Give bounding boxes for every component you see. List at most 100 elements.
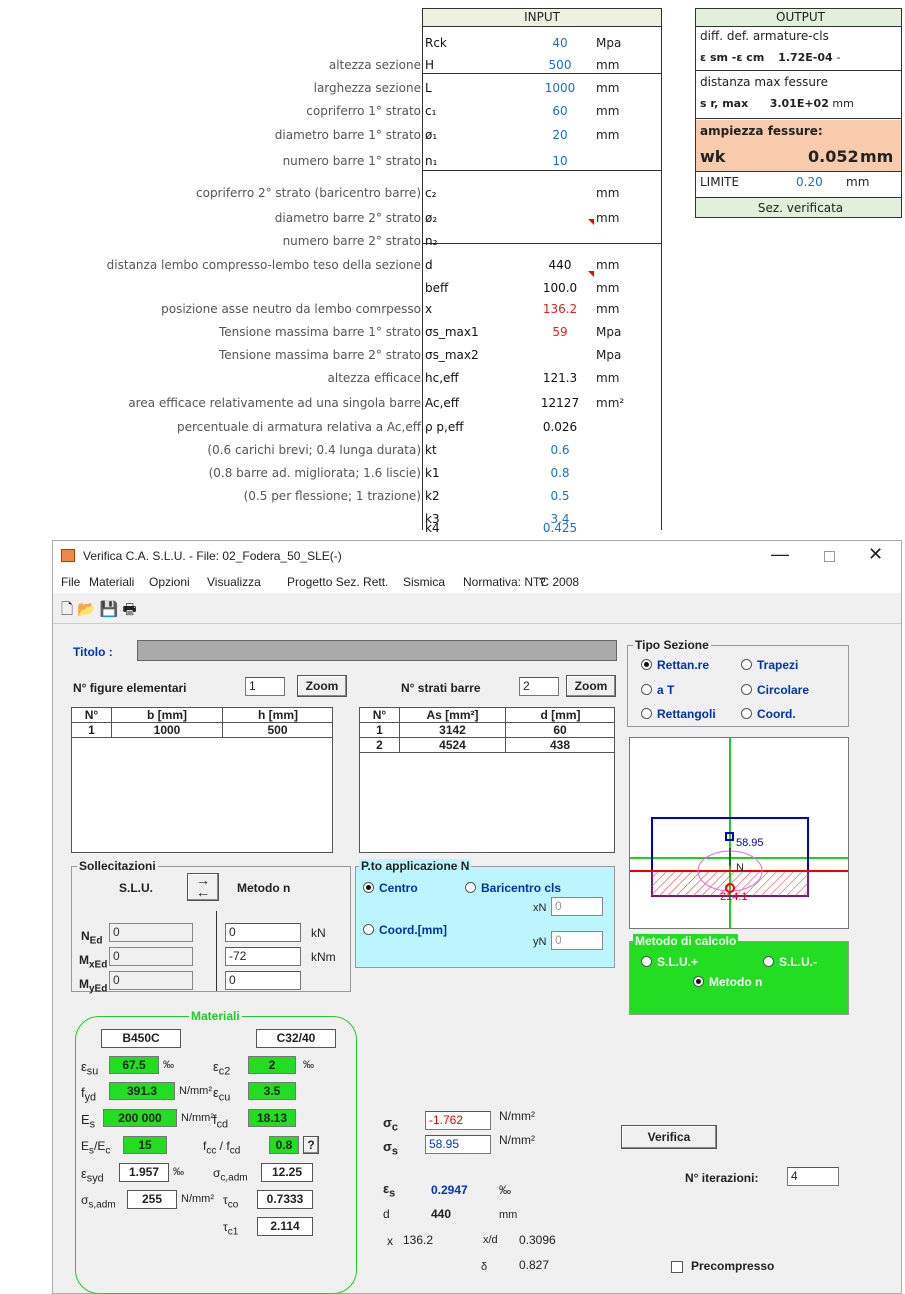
ned-input[interactable]: 0 xyxy=(109,923,193,942)
radio-at[interactable]: a T xyxy=(641,683,674,697)
ss-value[interactable]: 58.95 xyxy=(425,1135,491,1154)
fcc-fcd-value[interactable]: 0.8 xyxy=(269,1136,299,1154)
maximize-icon[interactable] xyxy=(824,551,835,562)
row-value[interactable]: 121.3 xyxy=(520,371,600,385)
ss-adm-value[interactable]: 255 xyxy=(127,1190,177,1209)
fcd-value[interactable]: 18.13 xyxy=(248,1109,296,1127)
row-symbol: Ac,eff xyxy=(425,396,460,410)
xn-input[interactable]: 0 xyxy=(551,897,603,916)
row-value[interactable]: 0.026 xyxy=(520,420,600,434)
close-icon[interactable]: ✕ xyxy=(868,544,883,565)
sc-adm-label: σc,adm xyxy=(213,1166,248,1184)
es-res-label: εs xyxy=(383,1181,396,1200)
zoom-strati-button[interactable]: Zoom xyxy=(566,675,616,697)
radio-slu-plus[interactable]: S.L.U.+ xyxy=(641,955,698,969)
menu-item[interactable]: Normativa: NTC 2008 xyxy=(463,575,579,589)
help-button[interactable]: ? xyxy=(303,1136,319,1154)
figure-table[interactable]: N° b [mm] h [mm] 1 1000 500 xyxy=(71,707,333,853)
table-cell[interactable]: 4524 xyxy=(400,738,506,753)
radio-baricentro[interactable]: Baricentro cls xyxy=(465,881,561,895)
row-value[interactable]: 20 xyxy=(520,128,600,142)
mxed2-input[interactable]: -72 xyxy=(225,947,301,966)
table-cell[interactable]: 1 xyxy=(72,723,112,738)
radio-coord-mm[interactable]: Coord.[mm] xyxy=(363,923,447,937)
row-value[interactable]: 1000 xyxy=(520,81,600,95)
menu-item[interactable]: Opzioni xyxy=(149,575,190,589)
concrete-class[interactable]: C32/40 xyxy=(256,1029,336,1048)
titolo-input[interactable] xyxy=(137,640,617,661)
row-value[interactable]: 100.0 xyxy=(520,281,600,295)
radio-centro[interactable]: Centro xyxy=(363,881,418,895)
tco-value[interactable]: 0.7333 xyxy=(257,1190,313,1209)
print-icon[interactable]: 🖶 xyxy=(122,601,140,618)
n-figure-input[interactable]: 1 xyxy=(245,677,285,696)
row-value[interactable]: 59 xyxy=(520,325,600,339)
row-value[interactable]: 500 xyxy=(520,58,600,72)
new-file-icon[interactable]: 🗋 xyxy=(61,601,77,618)
row-value[interactable]: 0.425 xyxy=(520,521,600,535)
open-folder-icon[interactable]: 📂 xyxy=(77,601,100,618)
minimize-icon[interactable]: — xyxy=(771,544,789,565)
ecu-value[interactable]: 3.5 xyxy=(248,1082,296,1100)
row-value[interactable]: 40 xyxy=(520,36,600,50)
esyd-label: εsyd xyxy=(81,1166,104,1185)
row-value[interactable]: 440 xyxy=(520,258,600,272)
row-symbol: c₁ xyxy=(425,104,437,118)
yn-input[interactable]: 0 xyxy=(551,931,603,950)
menu-item[interactable]: Materiali xyxy=(89,575,134,589)
verifica-button[interactable]: Verifica xyxy=(621,1125,717,1149)
row-value[interactable]: 136.2 xyxy=(520,302,600,316)
radio-circolare[interactable]: Circolare xyxy=(741,683,809,697)
n-strati-input[interactable]: 2 xyxy=(519,677,559,696)
swap-arrows-button[interactable]: → ← xyxy=(187,873,219,901)
esu-value[interactable]: 67.5 xyxy=(109,1056,159,1074)
row-value[interactable]: 0.6 xyxy=(520,443,600,457)
table-cell[interactable]: 2 xyxy=(360,738,400,753)
radio-coord[interactable]: Coord. xyxy=(741,707,796,721)
radio-metodo-n[interactable]: Metodo n xyxy=(693,975,762,989)
row-value[interactable]: 12127 xyxy=(520,396,600,410)
table-cell[interactable]: 1 xyxy=(360,723,400,738)
fyd-value[interactable]: 391.3 xyxy=(109,1082,175,1100)
bar-table[interactable]: N° As [mm²] d [mm] 1 3142 60 2 4524 438 xyxy=(359,707,615,853)
radio-rettangoli[interactable]: Rettangoli xyxy=(641,707,716,721)
myed2-input[interactable]: 0 xyxy=(225,971,301,990)
table-cell[interactable]: 438 xyxy=(506,738,615,753)
row-value[interactable]: 10 xyxy=(520,154,600,168)
radio-rettan[interactable]: Rettan.re xyxy=(641,658,709,672)
mxed-input[interactable]: 0 xyxy=(109,947,193,966)
zoom-figure-button[interactable]: Zoom xyxy=(297,675,347,697)
table-cell[interactable]: 3142 xyxy=(400,723,506,738)
menu-item[interactable]: Progetto Sez. Rett. xyxy=(287,575,388,589)
menu-item[interactable]: File xyxy=(61,575,80,589)
precompresso-checkbox[interactable] xyxy=(671,1261,683,1273)
tc1-value[interactable]: 2.114 xyxy=(257,1217,313,1236)
radio-trapezi[interactable]: Trapezi xyxy=(741,658,798,672)
steel-class[interactable]: B450C xyxy=(101,1029,181,1048)
permille-1: ‰ xyxy=(163,1059,174,1071)
table-cell[interactable]: 60 xyxy=(506,723,615,738)
myed-input[interactable]: 0 xyxy=(109,971,193,990)
radio-label: S.L.U.+ xyxy=(657,955,699,969)
esyd-value[interactable]: 1.957 xyxy=(119,1163,169,1182)
iterazioni-input[interactable]: 4 xyxy=(787,1167,839,1186)
ned2-input[interactable]: 0 xyxy=(225,923,301,942)
es-ec-label: Es/Ec xyxy=(81,1139,111,1157)
es-value[interactable]: 200 000 xyxy=(103,1109,177,1127)
save-icon[interactable]: 💾 xyxy=(100,601,123,618)
row-value[interactable]: 0.5 xyxy=(520,489,600,503)
row-unit: mm xyxy=(596,258,620,272)
row-value[interactable]: 0.8 xyxy=(520,466,600,480)
row-value[interactable]: 60 xyxy=(520,104,600,118)
ec2-value[interactable]: 2 xyxy=(248,1056,296,1074)
menu-item[interactable]: Sismica xyxy=(403,575,445,589)
menu-item[interactable]: Visualizza xyxy=(207,575,261,589)
table-cell[interactable]: 1000 xyxy=(112,723,223,738)
es-ec-value[interactable]: 15 xyxy=(123,1136,167,1154)
radio-slu-minus[interactable]: S.L.U.- xyxy=(763,955,817,969)
preview-neutral-label: N xyxy=(736,862,744,874)
sc-value[interactable]: -1.762 xyxy=(425,1111,491,1130)
table-cell[interactable]: 500 xyxy=(223,723,333,738)
menu-item[interactable]: ? xyxy=(539,575,546,589)
sc-adm-value[interactable]: 12.25 xyxy=(261,1163,313,1182)
